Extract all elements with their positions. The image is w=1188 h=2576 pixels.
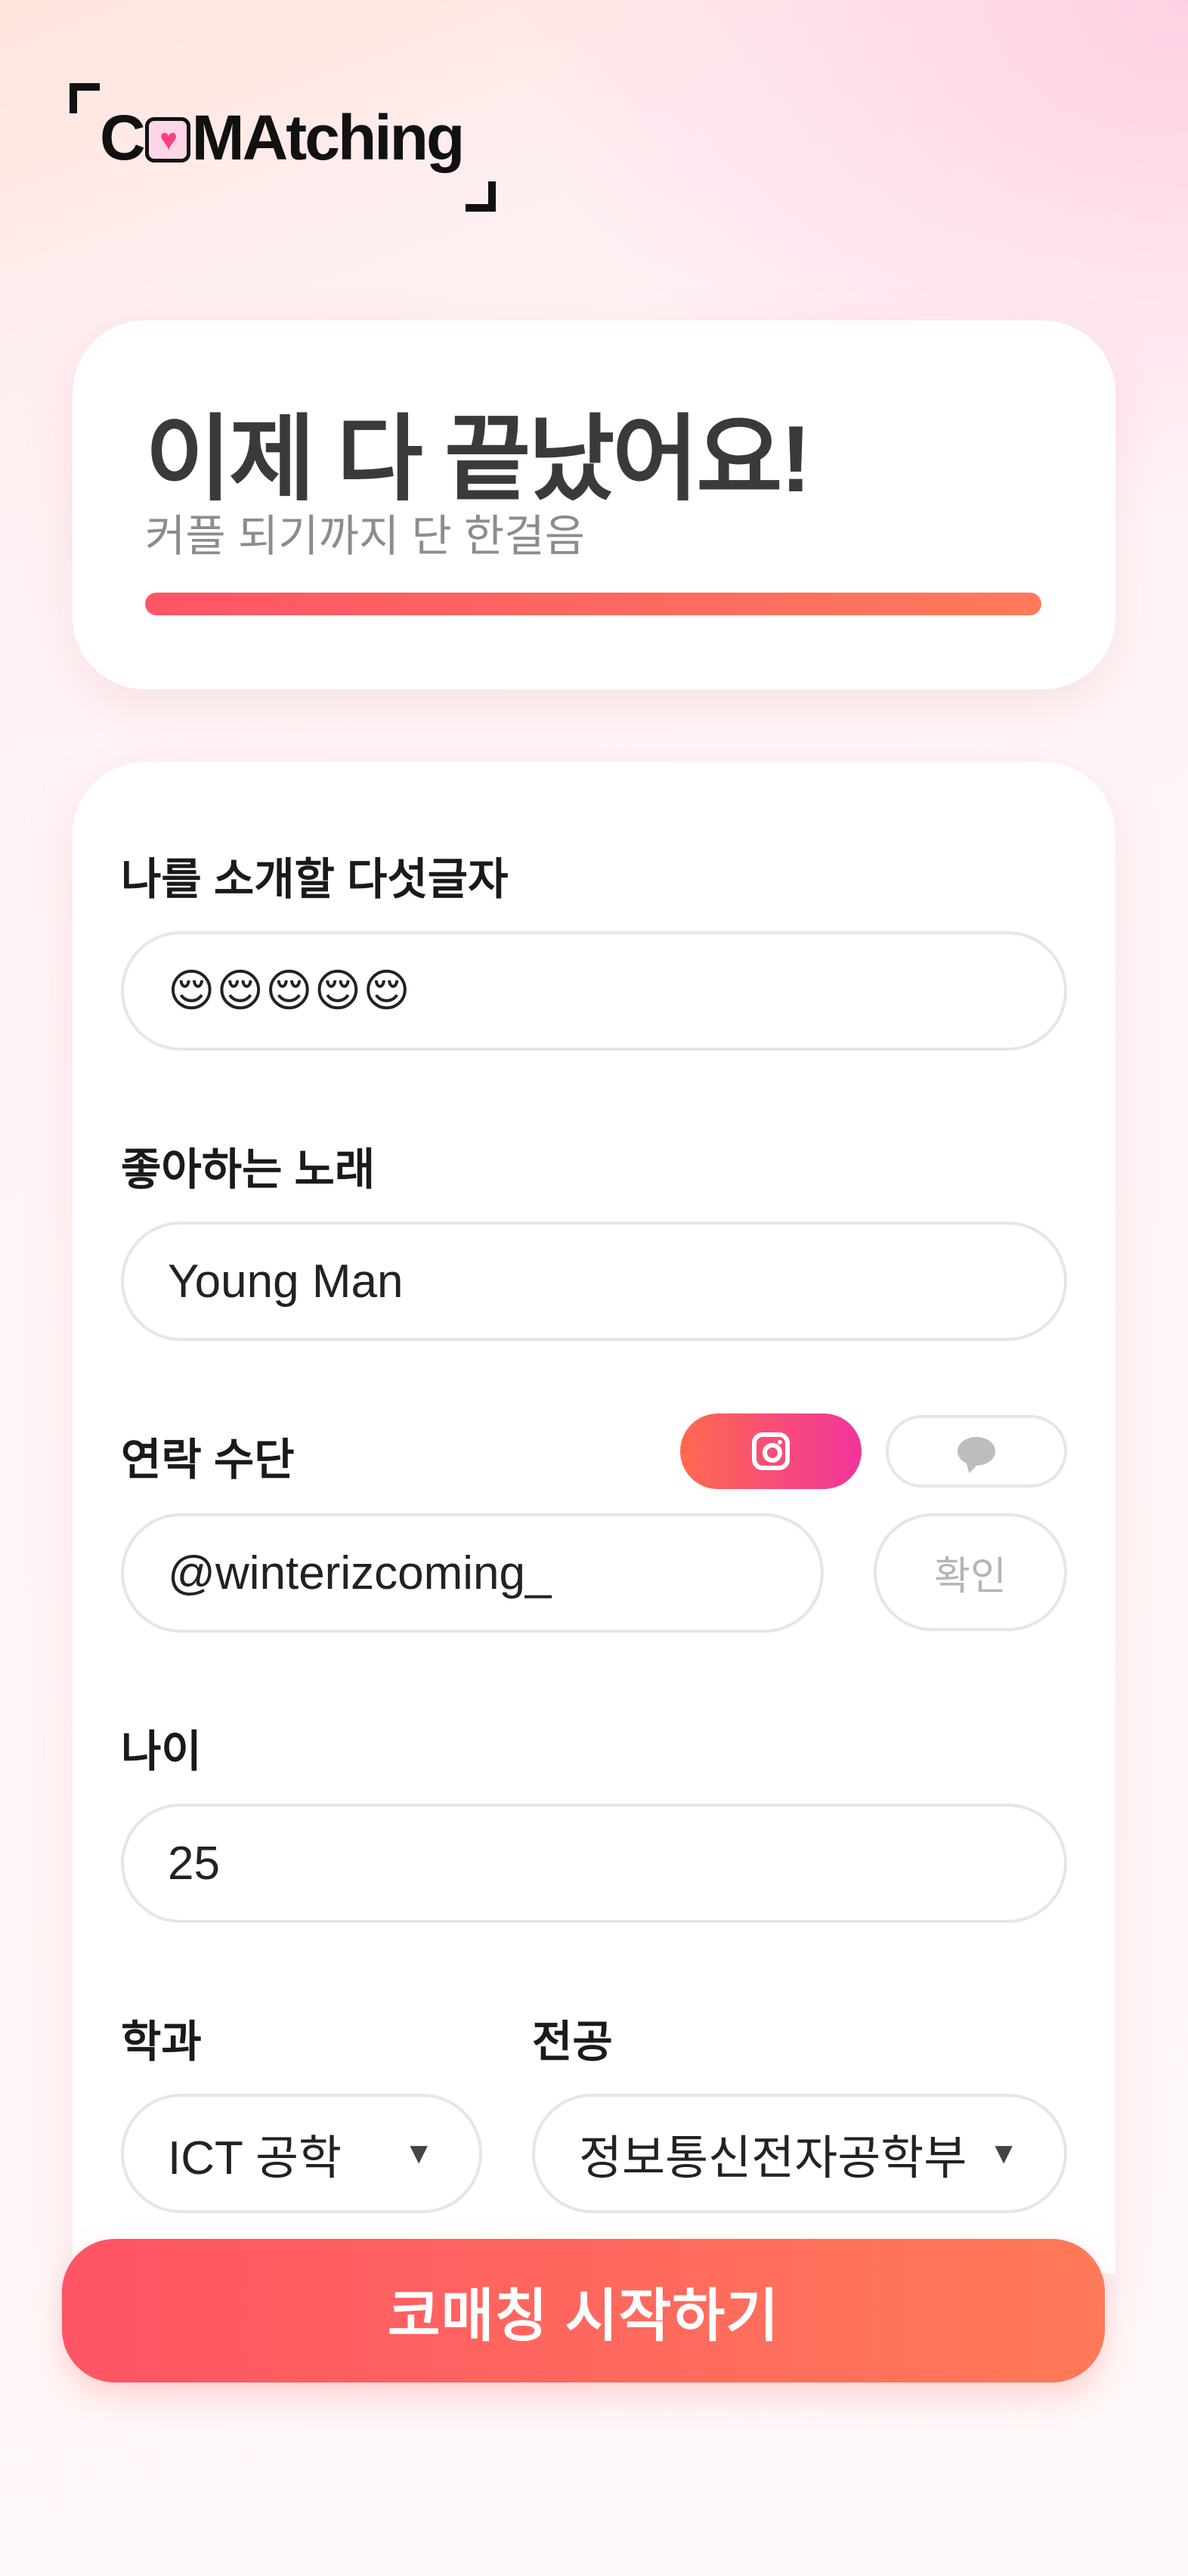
heart-icon <box>144 116 190 163</box>
app-logo: C MAtching <box>70 83 500 212</box>
chevron-down-icon: ▼ <box>988 2136 1019 2170</box>
major-value: 정보통신전자공학부 <box>579 2132 967 2184</box>
intro-label: 나를 소개할 다섯글자 <box>121 855 509 904</box>
major-label: 전공 <box>532 2017 613 2067</box>
progress-bar-fill <box>145 593 1041 615</box>
logo-text-rest: MAtching <box>191 102 466 173</box>
department-label: 학과 <box>121 2017 202 2067</box>
page-title: 이제 다 끝났어요! <box>145 407 812 512</box>
logo-text-c: C <box>100 102 146 173</box>
instagram-toggle-button[interactable] <box>680 1413 862 1489</box>
contact-input[interactable]: @winterizcoming_ <box>121 1513 824 1633</box>
intro-value: 😌😌😌😌😌 <box>168 965 412 1016</box>
contact-label: 연락 수단 <box>121 1435 295 1485</box>
progress-bar <box>145 593 1041 615</box>
department-select[interactable]: ICT 공학 ▼ <box>121 2094 482 2213</box>
logo-corner-top-left <box>70 83 100 113</box>
age-value: 25 <box>168 1837 220 1890</box>
intro-input[interactable]: 😌😌😌😌😌 <box>121 931 1067 1051</box>
instagram-icon <box>752 1432 790 1470</box>
logo-wordmark: C MAtching <box>100 101 466 175</box>
completion-card: 이제 다 끝났어요! 커플 되기까지 단 한걸음 <box>73 320 1115 689</box>
start-matching-button[interactable]: 코매칭 시작하기 <box>62 2239 1105 2382</box>
major-select[interactable]: 정보통신전자공학부 ▼ <box>532 2094 1067 2213</box>
logo-corner-bottom-right <box>466 181 496 212</box>
age-input[interactable]: 25 <box>121 1804 1067 1923</box>
chat-bubble-icon <box>958 1437 995 1466</box>
song-input[interactable]: Young Man <box>121 1221 1067 1341</box>
song-label: 좋아하는 노래 <box>121 1145 376 1194</box>
department-value: ICT 공학 <box>168 2132 342 2184</box>
page-subtitle: 커플 되기까지 단 한걸음 <box>145 512 585 561</box>
song-value: Young Man <box>168 1255 404 1308</box>
contact-value: @winterizcoming_ <box>168 1547 552 1599</box>
chat-toggle-button[interactable] <box>886 1415 1067 1488</box>
chevron-down-icon: ▼ <box>404 2136 434 2170</box>
confirm-button[interactable]: 확인 <box>874 1513 1067 1631</box>
age-label: 나이 <box>121 1727 202 1776</box>
